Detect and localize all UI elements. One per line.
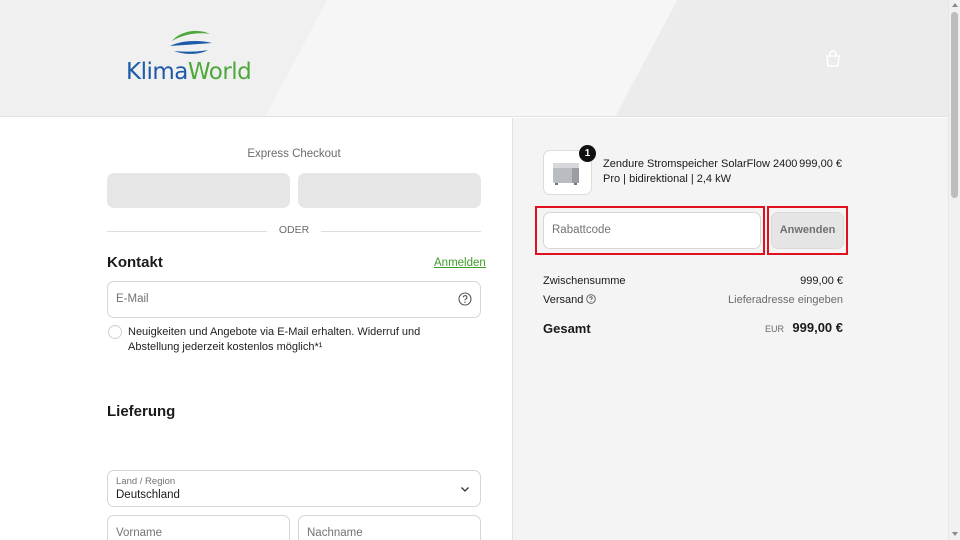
first-name-field[interactable]: Vorname	[107, 515, 290, 540]
discount-code-input[interactable]: Rabattcode	[543, 212, 761, 249]
order-summary: 1 Zendure Stromspeicher SolarFlow 2400 P…	[512, 118, 948, 540]
or-divider: ODER	[107, 224, 481, 238]
express-checkout-label: Express Checkout	[247, 148, 341, 160]
scroll-up-arrow-icon[interactable]	[952, 3, 958, 7]
express-pay-button-1[interactable]	[107, 173, 290, 208]
country-select[interactable]: Land / Region Deutschland	[107, 470, 481, 507]
shopping-bag-icon[interactable]	[824, 50, 842, 68]
chevron-down-icon	[461, 487, 469, 492]
logo-leaf-icon	[170, 30, 212, 54]
header: KlimaWorld	[0, 0, 948, 117]
login-link[interactable]: Anmelden	[434, 257, 486, 269]
product-name: Zendure Stromspeicher SolarFlow 2400 Pro…	[603, 158, 798, 185]
scroll-down-arrow-icon[interactable]	[952, 532, 958, 536]
quantity-badge: 1	[579, 145, 596, 162]
country-label: Land / Region	[116, 476, 176, 487]
country-value: Deutschland	[116, 489, 180, 501]
shipping-row: Versand Lieferadresse eingeben	[543, 294, 843, 306]
logo-text-klima: Klima	[126, 59, 188, 85]
total-value: 999,00 €	[792, 320, 843, 335]
last-name-field[interactable]: Nachname	[298, 515, 481, 540]
email-placeholder: E-Mail	[116, 293, 149, 305]
total-currency: EUR	[764, 324, 784, 334]
scrollbar-thumb[interactable]	[951, 12, 958, 198]
shipping-value: Lieferadresse eingeben	[728, 294, 843, 306]
total-label: Gesamt	[543, 321, 591, 336]
shipping-label: Versand	[543, 294, 584, 306]
discount-placeholder: Rabattcode	[552, 224, 611, 236]
last-name-placeholder: Nachname	[307, 527, 363, 539]
apply-discount-button[interactable]: Anwenden	[771, 212, 844, 249]
product-price: 999,00 €	[799, 158, 842, 170]
first-name-placeholder: Vorname	[116, 527, 163, 539]
delivery-heading: Lieferung	[107, 403, 176, 420]
logo-text: KlimaWorld	[126, 59, 252, 85]
express-pay-button-2[interactable]	[298, 173, 481, 208]
subtotal-value: 999,00 €	[800, 275, 843, 287]
newsletter-checkbox[interactable]	[108, 325, 122, 339]
info-icon[interactable]	[586, 294, 597, 304]
help-icon[interactable]	[458, 292, 472, 306]
checkout-form: Express Checkout ODER Kontakt Anmelden E…	[0, 118, 512, 540]
logo[interactable]: KlimaWorld	[124, 28, 264, 88]
total-row: Gesamt EUR 999,00 €	[543, 320, 843, 338]
subtotal-row: Zwischensumme 999,00 €	[543, 275, 843, 287]
contact-heading: Kontakt	[107, 254, 163, 271]
logo-text-world: World	[187, 59, 252, 85]
email-field[interactable]: E-Mail	[107, 281, 481, 318]
page-scrollbar[interactable]	[948, 0, 960, 540]
subtotal-label: Zwischensumme	[543, 275, 626, 287]
or-divider-text: ODER	[278, 224, 310, 236]
divider-line	[321, 231, 481, 232]
newsletter-label: Neuigkeiten und Angebote via E-Mail erha…	[128, 326, 421, 353]
